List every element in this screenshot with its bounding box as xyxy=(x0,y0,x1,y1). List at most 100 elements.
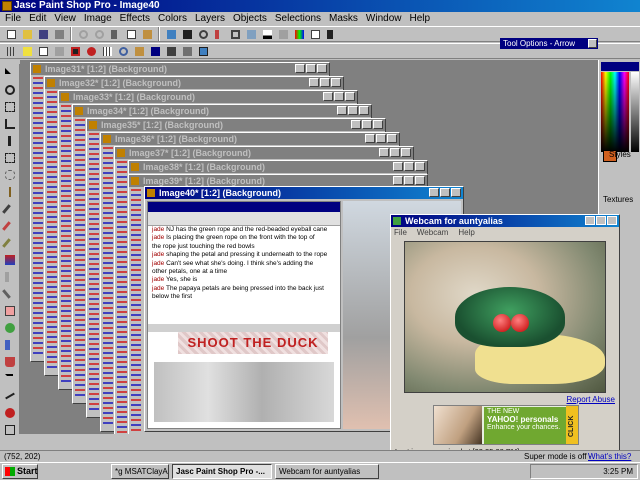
object-selector-icon[interactable] xyxy=(2,422,18,438)
browse-icon[interactable] xyxy=(164,27,178,41)
document-titlebar[interactable]: Image36* [1:2] (Background) xyxy=(101,133,399,145)
maximize-icon[interactable] xyxy=(376,134,386,143)
layers-icon[interactable] xyxy=(244,27,258,41)
menu-image[interactable]: Image xyxy=(83,12,113,26)
scratch-remover-icon[interactable] xyxy=(2,286,18,302)
paintbrush-tool-icon[interactable] xyxy=(2,218,18,234)
close-icon[interactable] xyxy=(415,176,425,185)
app-titlebar[interactable]: Jasc Paint Shop Pro - Image40 xyxy=(0,0,640,12)
menu-selections[interactable]: Selections xyxy=(274,12,322,26)
histogram-icon[interactable] xyxy=(260,27,274,41)
menu-colors[interactable]: Colors xyxy=(157,12,188,26)
menu-window[interactable]: Window xyxy=(365,12,403,26)
taskbar-item[interactable]: *g MSATClayArt:1 -- Chat xyxy=(111,464,169,479)
context-help-icon[interactable] xyxy=(324,27,338,41)
menu-edit[interactable]: Edit xyxy=(28,12,47,26)
undo-icon[interactable] xyxy=(76,27,90,41)
close-icon[interactable] xyxy=(588,39,597,48)
minimize-icon[interactable] xyxy=(393,176,403,185)
flood-fill-icon[interactable] xyxy=(2,354,18,370)
cut-icon[interactable] xyxy=(108,27,122,41)
document-titlebar[interactable]: Image31* [1:2] (Background) xyxy=(31,63,329,75)
document-titlebar[interactable]: Image32* [1:2] (Background) xyxy=(45,77,343,89)
close-icon[interactable] xyxy=(359,106,369,115)
zoom-tool-icon[interactable] xyxy=(2,82,18,98)
menu-layers[interactable]: Layers xyxy=(194,12,226,26)
minimize-icon[interactable] xyxy=(365,134,375,143)
maximize-icon[interactable] xyxy=(440,188,450,197)
webcam-menu-webcam[interactable]: Webcam xyxy=(417,227,448,239)
dropper-tool-icon[interactable] xyxy=(2,201,18,217)
freehand-tool-icon[interactable] xyxy=(2,167,18,183)
maximize-icon[interactable] xyxy=(348,106,358,115)
close-icon[interactable] xyxy=(607,216,617,225)
maximize-icon[interactable] xyxy=(306,64,316,73)
maximize-icon[interactable] xyxy=(404,176,414,185)
document-titlebar[interactable]: Image34* [1:2] (Background) xyxy=(73,105,371,117)
palette-icon[interactable] xyxy=(292,27,306,41)
color-swatch-icon[interactable] xyxy=(20,44,34,58)
menu-help[interactable]: Help xyxy=(409,12,432,26)
close-icon[interactable] xyxy=(387,134,397,143)
grayscale-strip[interactable] xyxy=(631,72,639,152)
webcam-menu-help[interactable]: Help xyxy=(458,227,474,239)
zoom-icon[interactable] xyxy=(196,27,210,41)
help-icon[interactable] xyxy=(308,27,322,41)
maximize-icon[interactable] xyxy=(404,162,414,171)
document-titlebar[interactable]: Image33* [1:2] (Background) xyxy=(59,91,357,103)
retouch-tool-icon[interactable] xyxy=(2,269,18,285)
swatch-gray-icon[interactable] xyxy=(52,44,66,58)
monitor-icon[interactable] xyxy=(196,44,210,58)
webcam-titlebar[interactable]: Webcam for auntyalias xyxy=(391,215,619,227)
menu-objects[interactable]: Objects xyxy=(232,12,268,26)
swatch-white-icon[interactable] xyxy=(36,44,50,58)
copy-icon[interactable] xyxy=(124,27,138,41)
close-icon[interactable] xyxy=(451,188,461,197)
minimize-icon[interactable] xyxy=(351,120,361,129)
record-icon[interactable] xyxy=(84,44,98,58)
image-canvas[interactable]: jade NJ has the green rope and the red-b… xyxy=(147,201,341,429)
minimize-icon[interactable] xyxy=(585,216,595,225)
clock[interactable]: 3:25 PM xyxy=(603,467,633,476)
close-icon[interactable] xyxy=(401,148,411,157)
menu-masks[interactable]: Masks xyxy=(328,12,359,26)
menu-file[interactable]: File xyxy=(4,12,22,26)
grid-icon[interactable] xyxy=(100,44,114,58)
webcam-window[interactable]: Webcam for auntyalias File Webcam Help R… xyxy=(390,214,620,456)
magic-wand-icon[interactable] xyxy=(2,184,18,200)
draw-tool-icon[interactable] xyxy=(2,388,18,404)
minimize-icon[interactable] xyxy=(393,162,403,171)
brush-icon[interactable] xyxy=(212,27,226,41)
selection-tool-icon[interactable] xyxy=(2,150,18,166)
minimize-icon[interactable] xyxy=(323,92,333,101)
overview-icon[interactable] xyxy=(276,27,290,41)
frame-icon[interactable] xyxy=(68,44,82,58)
screen-capture-icon[interactable] xyxy=(180,27,194,41)
color-picker-gradient[interactable] xyxy=(601,72,629,152)
minimize-icon[interactable] xyxy=(337,106,347,115)
deform-tool-icon[interactable] xyxy=(2,99,18,115)
mover-tool-icon[interactable] xyxy=(2,133,18,149)
whats-this-link[interactable]: What's this? xyxy=(588,451,631,462)
picture-frame-icon[interactable] xyxy=(132,44,146,58)
text-icon[interactable] xyxy=(148,44,162,58)
crop-tool-icon[interactable] xyxy=(2,116,18,132)
preset-shapes-icon[interactable] xyxy=(2,405,18,421)
paste-icon[interactable] xyxy=(140,27,154,41)
minimize-icon[interactable] xyxy=(295,64,305,73)
menu-view[interactable]: View xyxy=(53,12,77,26)
taskbar-item[interactable]: Webcam for auntyalias xyxy=(275,464,379,479)
open-folder-icon[interactable] xyxy=(20,27,34,41)
webcam-menu-file[interactable]: File xyxy=(394,227,407,239)
maximize-icon[interactable] xyxy=(334,92,344,101)
script-icon[interactable] xyxy=(164,44,178,58)
rotate-icon[interactable] xyxy=(116,44,130,58)
save-icon[interactable] xyxy=(36,27,50,41)
crop-icon[interactable] xyxy=(228,27,242,41)
maximize-icon[interactable] xyxy=(320,78,330,87)
close-icon[interactable] xyxy=(415,162,425,171)
minimize-icon[interactable] xyxy=(379,148,389,157)
document-titlebar[interactable]: Image38* [1:2] (Background) xyxy=(129,161,427,173)
close-icon[interactable] xyxy=(331,78,341,87)
maximize-icon[interactable] xyxy=(390,148,400,157)
